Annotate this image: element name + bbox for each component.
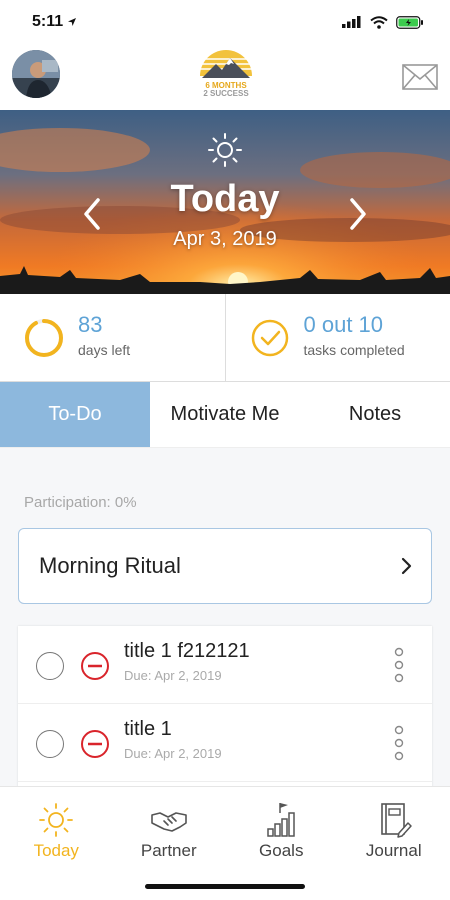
app-logo: 6 MONTHS 2 SUCCESS <box>194 46 258 104</box>
task-due-date: Due: Apr 2, 2019 <box>124 746 222 761</box>
nav-partner-label: Partner <box>140 841 197 860</box>
signal-icon <box>342 16 361 28</box>
sun-icon <box>39 803 74 837</box>
logo-text: 6 MONTHS 2 SUCCESS <box>194 82 258 98</box>
tab-bar: To-Do Motivate Me Notes <box>0 382 450 448</box>
app-header: 6 MONTHS 2 SUCCESS <box>0 44 450 110</box>
todo-content: Participation: 0% Morning Ritual title 1… <box>0 448 450 786</box>
clock-text: 5:11 <box>32 13 64 30</box>
sun-icon <box>208 133 242 167</box>
wifi-icon <box>370 15 388 29</box>
tab-todo[interactable]: To-Do <box>0 382 150 447</box>
check-circle-icon <box>251 319 288 357</box>
hero-title: Today <box>170 178 280 220</box>
remove-task-icon[interactable] <box>80 729 110 759</box>
battery-icon <box>396 15 423 29</box>
status-bar: 5:11 <box>0 0 450 44</box>
handshake-icon <box>150 812 187 832</box>
more-options-icon[interactable] <box>394 646 404 684</box>
tab-motivate-me[interactable]: Motivate Me <box>150 382 300 447</box>
days-left-value: 83 <box>78 312 103 337</box>
journal-icon <box>380 803 412 838</box>
task-due-date: Due: Apr 2, 2019 <box>124 668 222 683</box>
chevron-right-icon <box>401 557 412 575</box>
home-indicator <box>145 884 305 889</box>
stats-row: 83 days left 0 out 10 tasks completed <box>0 294 450 382</box>
previous-day-arrow-icon[interactable] <box>80 196 104 232</box>
task-checkbox[interactable] <box>36 730 64 758</box>
tasks-completed-value: 0 out 10 <box>303 312 384 337</box>
bottom-nav: Today Partner Goals Journal <box>0 786 450 866</box>
next-day-arrow-icon[interactable] <box>346 196 370 232</box>
logo-line-2: 2 SUCCESS <box>203 89 249 98</box>
tasks-completed-stat: 0 out 10 tasks completed <box>224 294 450 381</box>
more-options-icon[interactable] <box>394 724 404 762</box>
nav-partner[interactable]: Partner <box>113 787 226 866</box>
progress-ring-icon <box>25 319 63 357</box>
task-title: title 1 f212121 <box>124 640 250 662</box>
mountain-logo-icon <box>194 50 258 102</box>
task-list: title 1 f212121 Due: Apr 2, 2019 title 1… <box>18 626 432 786</box>
task-title: title 1 <box>124 718 172 740</box>
ritual-title: Morning Ritual <box>39 553 181 578</box>
profile-photo <box>12 50 60 98</box>
nav-journal-label: Journal <box>365 841 422 860</box>
days-left-label: days left <box>78 342 131 358</box>
tab-notes[interactable]: Notes <box>300 382 450 447</box>
status-icons <box>342 15 424 29</box>
hero-date: Apr 3, 2019 <box>173 228 277 250</box>
hero-banner: Today Apr 3, 2019 <box>0 110 450 294</box>
days-left-stat: 83 days left <box>0 294 225 381</box>
morning-ritual-card[interactable]: Morning Ritual <box>18 528 432 604</box>
task-item: title 1 Due: Apr 2, 2019 <box>18 704 432 782</box>
nav-today-label: Today <box>33 841 79 860</box>
status-time: 5:11 <box>32 13 77 31</box>
nav-journal[interactable]: Journal <box>338 787 450 866</box>
participation-text: Participation: 0% <box>24 494 137 511</box>
task-checkbox[interactable] <box>36 652 64 680</box>
task-item: title 1 f212121 Due: Apr 2, 2019 <box>18 626 432 704</box>
tasks-completed-label: tasks completed <box>303 342 405 358</box>
avatar[interactable] <box>12 50 60 98</box>
nav-today[interactable]: Today <box>0 787 113 866</box>
location-arrow-icon <box>68 18 77 26</box>
nav-goals-label: Goals <box>259 841 304 860</box>
nav-goals[interactable]: Goals <box>225 787 338 866</box>
goals-chart-icon <box>267 803 295 837</box>
remove-task-icon[interactable] <box>80 651 110 681</box>
mail-icon[interactable] <box>402 64 438 92</box>
